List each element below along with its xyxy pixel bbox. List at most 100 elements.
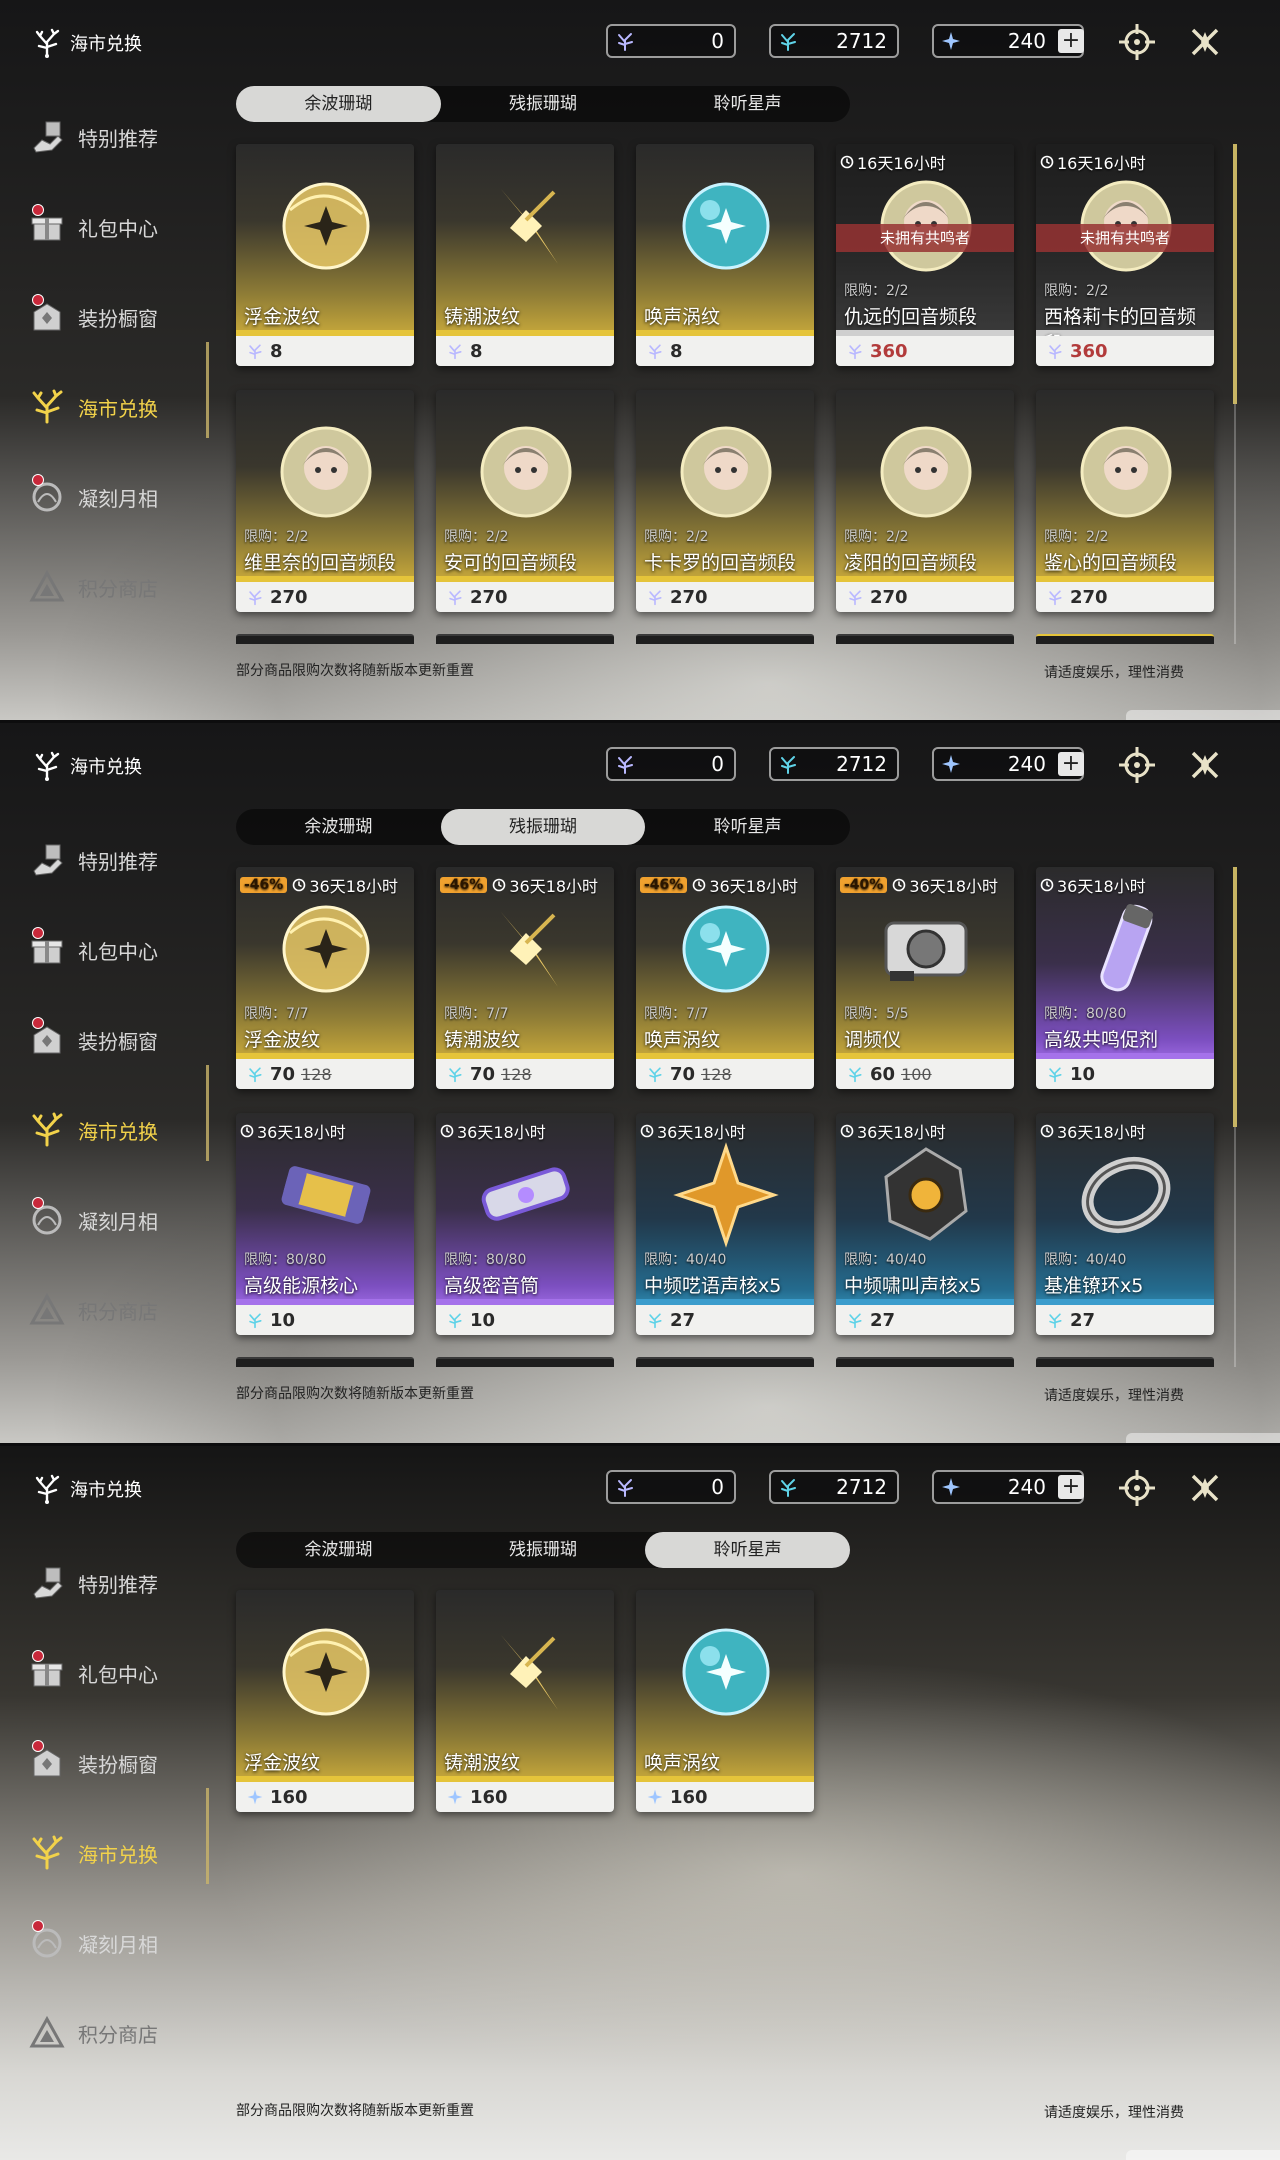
shop-item-card[interactable]: 浮金波纹 160 [236, 1590, 414, 1812]
nav-item-special[interactable]: 特别推荐 [28, 92, 158, 182]
shop-item-card[interactable]: 限购：2/2 鉴心的回音频段 270 [1036, 390, 1214, 612]
nav-item-gift-center[interactable]: 礼包中心 [28, 182, 158, 272]
nav-item-special[interactable]: 特别推荐 [28, 815, 158, 905]
currency-value: 240 [1007, 29, 1046, 53]
currency-value: 240 [1007, 752, 1046, 776]
nav-item-wardrobe[interactable]: 装扮橱窗 [28, 272, 158, 362]
shop-item-card[interactable]: 限购：2/2 凌阳的回音频段 270 [836, 390, 1014, 612]
scrollbar-thumb[interactable] [1233, 867, 1237, 1127]
tab-coral-residual[interactable]: 残振珊瑚 [441, 86, 646, 122]
shop-item-card[interactable]: 36天18小时 限购：80/80 高级能源核心 10 [236, 1113, 414, 1335]
cyan-coral-icon [446, 1065, 464, 1083]
tab-star-sound[interactable]: 聆听星声 [645, 1532, 851, 1568]
sidebar-nav: 特别推荐 礼包中心 装扮橱窗 海市兑换 凝刻月相 积分商店 [28, 92, 158, 632]
currency-b: 2712 [769, 24, 899, 58]
add-currency-button[interactable]: + [1058, 752, 1084, 776]
scrollbar-track [1234, 404, 1236, 644]
shop-item-card[interactable]: 36天18小时 限购：40/40 基准镣环x5 27 [1036, 1113, 1214, 1335]
sidebar: 海市兑换 特别推荐礼包中心 装扮橱窗 海市兑换 凝刻月相 积分商店 [0, 723, 210, 1443]
shop-item-card[interactable]: 36天18小时 限购：80/80 高级密音筒 10 [436, 1113, 614, 1335]
price-value: 270 [670, 586, 708, 608]
nav-item-sea-market[interactable]: 海市兑换 [28, 1085, 158, 1175]
shop-item-card[interactable]: 限购：2/2 卡卡罗的回音频段 270 [636, 390, 814, 612]
star-sound-icon [646, 1788, 664, 1806]
shop-item-card[interactable]: -46% 36天18小时 限购：7/7 铸潮波纹 70 128 [436, 867, 614, 1089]
currency-value: 2712 [836, 752, 887, 776]
nav-item-special[interactable]: 特别推荐 [28, 1538, 158, 1628]
dark-core-icon [870, 1139, 982, 1251]
close-icon[interactable] [1185, 1468, 1225, 1508]
nav-item-moon-phase[interactable]: 凝刻月相 [28, 452, 158, 542]
tab-bar: 余波珊瑚 残振珊瑚 聆听星声 [236, 809, 850, 845]
tab-coral-afterglow[interactable]: 余波珊瑚 [236, 86, 441, 122]
nav-item-sea-market[interactable]: 海市兑换 [28, 362, 158, 452]
shop-item-card[interactable]: -40% 36天18小时 限购：5/5 调频仪 60 100 [836, 867, 1014, 1089]
shop-item-card[interactable]: 限购：2/2 维里奈的回音频段 270 [236, 390, 414, 612]
currency-b: 2712 [769, 1470, 899, 1504]
close-icon[interactable] [1185, 745, 1225, 785]
nav-label: 特别推荐 [78, 849, 158, 874]
discount-badge: -46% [240, 877, 288, 893]
timer: -46% 36天18小时 [240, 873, 398, 897]
shop-item-card[interactable]: 36天18小时 限购：40/40 中频呓语声核x5 27 [636, 1113, 814, 1335]
tab-star-sound[interactable]: 聆听星声 [645, 86, 850, 122]
gold-blade-icon [470, 1616, 582, 1728]
notification-dot [32, 1650, 44, 1662]
crosshair-icon[interactable] [1117, 745, 1157, 785]
nav-item-points-shop[interactable]: 积分商店 [28, 1265, 158, 1355]
nav-item-moon-phase[interactable]: 凝刻月相 [28, 1898, 158, 1988]
shop-item-card[interactable]: 铸潮波纹 160 [436, 1590, 614, 1812]
shop-item-card[interactable]: 16天16小时 未拥有共鸣者 限购：2/2 仇远的回音频段 360 [836, 144, 1014, 366]
crosshair-icon[interactable] [1117, 22, 1157, 62]
nav-item-gift-center[interactable]: 礼包中心 [28, 1628, 158, 1718]
shop-item-card[interactable]: 限购：2/2 安可的回音频段 270 [436, 390, 614, 612]
shop-item-card[interactable]: 唤声涡纹 160 [636, 1590, 814, 1812]
close-icon[interactable] [1185, 22, 1225, 62]
shop-item-card[interactable]: 浮金波纹 8 [236, 144, 414, 366]
lavender-coral-icon [646, 342, 664, 360]
nav-item-moon-phase[interactable]: 凝刻月相 [28, 1175, 158, 1265]
cyan-coral-icon [1046, 1311, 1064, 1329]
shop-item-card[interactable]: 36天18小时 限购：80/80 高级共鸣促剂 10 [1036, 867, 1214, 1089]
clock-icon [692, 878, 706, 892]
item-name: 高级密音筒 [444, 1275, 540, 1297]
healthy-gaming-notice: 请适度娱乐，理性消费 [1044, 665, 1184, 681]
timer-text: 36天18小时 [1057, 877, 1146, 896]
shop-item-card[interactable]: -46% 36天18小时 限购：7/7 唤声涡纹 70 128 [636, 867, 814, 1089]
sidebar-nav: 特别推荐礼包中心 装扮橱窗 海市兑换 凝刻月相 积分商店 [28, 815, 158, 1355]
crosshair-icon[interactable] [1117, 1468, 1157, 1508]
nav-item-gift-center[interactable]: 礼包中心 [28, 905, 158, 995]
tab-coral-residual[interactable]: 残振珊瑚 [441, 1532, 646, 1568]
shop-item-card[interactable]: 铸潮波纹 8 [436, 144, 614, 366]
shop-item-card[interactable]: -46% 36天18小时 限购：7/7 浮金波纹 70 128 [236, 867, 414, 1089]
tab-coral-afterglow[interactable]: 余波珊瑚 [236, 809, 441, 845]
shop-item-card[interactable]: 16天16小时未拥有共鸣者限购：2/2西格莉卡的回音频段360 [1036, 144, 1214, 366]
shop-item-card[interactable]: 36天18小时 限购：40/40 中频啸叫声核x5 27 [836, 1113, 1014, 1335]
price-row: 270 [436, 582, 614, 612]
clock-icon [892, 878, 906, 892]
tab-coral-afterglow[interactable]: 余波珊瑚 [236, 1532, 441, 1568]
teal-orb-icon [670, 893, 782, 1005]
price-value: 160 [470, 1786, 508, 1808]
gold-orb-icon [270, 170, 382, 282]
nav-label: 凝刻月相 [78, 1932, 158, 1957]
nav-item-points-shop[interactable]: 积分商店 [28, 1988, 158, 2078]
nav-item-sea-market[interactable]: 海市兑换 [28, 1808, 158, 1898]
nav-item-points-shop[interactable]: 积分商店 [28, 542, 158, 632]
nav-item-wardrobe[interactable]: 装扮橱窗 [28, 1718, 158, 1808]
item-name: 调频仪 [844, 1029, 902, 1051]
add-currency-button[interactable]: + [1058, 29, 1084, 53]
currency-a: 0 [606, 747, 736, 781]
sidebar: 海市兑换 特别推荐 礼包中心 装扮橱窗 海市兑换 凝刻月相 积分商店 [0, 1446, 210, 2160]
item-name: 仇远的回音频段 [844, 306, 978, 328]
add-currency-button[interactable]: + [1058, 1475, 1084, 1499]
tab-star-sound[interactable]: 聆听星声 [645, 809, 850, 845]
tab-coral-residual[interactable]: 残振珊瑚 [440, 809, 646, 845]
timer: 36天18小时 [1040, 1119, 1146, 1143]
lavender-coral-icon [246, 342, 264, 360]
reset-notice: 部分商品限购次数将随新版本更新重置 [236, 1386, 474, 1402]
star-sound-icon [940, 30, 962, 52]
shop-item-card[interactable]: 唤声涡纹 8 [636, 144, 814, 366]
nav-item-wardrobe[interactable]: 装扮橱窗 [28, 995, 158, 1085]
scrollbar-thumb[interactable] [1233, 144, 1237, 404]
